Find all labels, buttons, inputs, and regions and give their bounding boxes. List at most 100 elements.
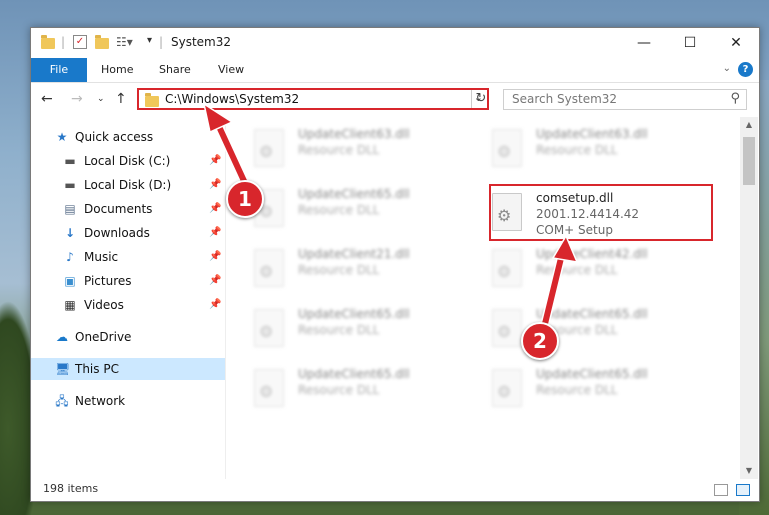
pin-icon[interactable]: 📌 bbox=[209, 270, 221, 292]
separator: | bbox=[159, 35, 164, 49]
maximize-button[interactable]: ☐ bbox=[667, 28, 713, 58]
forward-arrow-icon[interactable]: → bbox=[71, 91, 83, 107]
tab-home[interactable]: Home bbox=[101, 58, 133, 82]
ribbon: File Home Share View ⌄ ? bbox=[31, 58, 759, 83]
sidebar-item-network[interactable]: 🖧 Network bbox=[31, 390, 225, 412]
file-item[interactable]: UpdateClient65.dll Resource DLL bbox=[226, 303, 462, 351]
dll-file-icon bbox=[492, 249, 522, 287]
sidebar-item-label: This PC bbox=[75, 362, 119, 376]
computer-icon: 🖥 bbox=[55, 362, 71, 376]
dll-file-icon bbox=[254, 369, 284, 407]
recent-locations-icon[interactable]: ⌄ bbox=[97, 94, 105, 104]
highlight-box bbox=[489, 184, 713, 241]
help-icon[interactable]: ? bbox=[738, 62, 753, 77]
minimize-button[interactable]: — bbox=[621, 28, 667, 58]
refresh-icon[interactable]: ↻ bbox=[471, 90, 490, 108]
dll-file-icon bbox=[492, 369, 522, 407]
star-icon: ★ bbox=[56, 130, 68, 144]
dll-file-icon bbox=[254, 129, 284, 167]
sidebar-item-documents[interactable]: ▤ Documents 📌 bbox=[31, 198, 225, 220]
sidebar-item-label: Network bbox=[75, 394, 126, 408]
pictures-icon: ▣ bbox=[64, 274, 76, 288]
drive-icon: ▬ bbox=[64, 178, 76, 192]
network-icon: 🖧 bbox=[55, 394, 69, 408]
downloads-icon: ↓ bbox=[64, 226, 76, 240]
step-1-badge: 1 bbox=[226, 180, 264, 218]
status-bar: 198 items bbox=[31, 479, 759, 501]
sidebar-item-local-disk-c[interactable]: ▬ Local Disk (C:) 📌 bbox=[31, 150, 225, 172]
sidebar-item-label: Downloads bbox=[84, 226, 150, 240]
dll-file-icon bbox=[254, 309, 284, 347]
sidebar-item-downloads[interactable]: ↓ Downloads 📌 bbox=[31, 222, 225, 244]
sidebar-item-label: Documents bbox=[84, 202, 153, 216]
dll-file-icon bbox=[492, 129, 522, 167]
sidebar-item-label: Quick access bbox=[75, 130, 154, 144]
file-item[interactable]: UpdateClient63.dll Resource DLL bbox=[464, 123, 700, 171]
new-folder-icon[interactable] bbox=[95, 35, 109, 49]
music-icon: ♪ bbox=[66, 250, 74, 264]
large-icons-view-icon[interactable] bbox=[736, 484, 750, 496]
sidebar-item-pictures[interactable]: ▣ Pictures 📌 bbox=[31, 270, 225, 292]
pin-icon[interactable]: 📌 bbox=[209, 150, 221, 172]
file-item[interactable]: UpdateClient65.dll Resource DLL bbox=[226, 363, 462, 411]
separator: | bbox=[61, 35, 66, 49]
up-arrow-icon[interactable]: ↑ bbox=[115, 91, 127, 107]
sidebar-item-label: Videos bbox=[84, 298, 124, 312]
search-input[interactable]: Search System32 bbox=[512, 92, 617, 106]
navigation-bar: ← → ⌄ ↑ C:\Windows\System32 ⌄ ↻ Search S… bbox=[31, 83, 759, 117]
pin-icon[interactable]: 📌 bbox=[209, 174, 221, 196]
item-count: 198 items bbox=[43, 482, 99, 495]
file-item[interactable]: UpdateClient42.dll Resource DLL bbox=[464, 243, 700, 291]
drive-icon: ▬ bbox=[64, 154, 76, 168]
folder-icon bbox=[41, 35, 55, 49]
search-box[interactable]: Search System32 ⚲ bbox=[503, 89, 747, 110]
documents-icon: ▤ bbox=[64, 202, 76, 216]
navigation-pane: ★ Quick access ▬ Local Disk (C:) 📌 ▬ Loc… bbox=[31, 117, 226, 479]
sidebar-item-quick-access[interactable]: ★ Quick access bbox=[31, 126, 225, 148]
file-item[interactable]: UpdateClient21.dll Resource DLL bbox=[226, 243, 462, 291]
expand-ribbon-icon[interactable]: ⌄ bbox=[723, 63, 731, 74]
dll-file-icon bbox=[492, 309, 522, 347]
sidebar-item-label: Music bbox=[84, 250, 119, 264]
properties-icon[interactable]: ✓ bbox=[73, 35, 87, 49]
title-bar: | ✓ ☷▾ ▾ | System32 — ☐ ✕ bbox=[31, 28, 759, 58]
search-icon[interactable]: ⚲ bbox=[730, 91, 740, 106]
dll-file-icon bbox=[254, 249, 284, 287]
sidebar-item-music[interactable]: ♪ Music 📌 bbox=[31, 246, 225, 268]
file-item[interactable]: UpdateClient65.dll Resource DLL bbox=[464, 303, 700, 351]
scroll-down-icon[interactable]: ▼ bbox=[740, 463, 758, 479]
back-arrow-icon[interactable]: ← bbox=[41, 91, 53, 107]
address-path[interactable]: C:\Windows\System32 bbox=[165, 92, 299, 106]
address-bar[interactable]: C:\Windows\System32 ⌄ bbox=[137, 88, 489, 110]
tab-view[interactable]: View bbox=[218, 58, 244, 82]
videos-icon: ▦ bbox=[64, 298, 76, 312]
sidebar-item-onedrive[interactable]: ☁ OneDrive bbox=[31, 326, 225, 348]
pin-icon[interactable]: 📌 bbox=[209, 198, 221, 220]
pin-icon[interactable]: 📌 bbox=[209, 246, 221, 268]
sidebar-item-label: Local Disk (C:) bbox=[84, 154, 171, 168]
sidebar-item-label: OneDrive bbox=[75, 330, 132, 344]
sidebar-item-this-pc[interactable]: 🖥 This PC bbox=[31, 358, 225, 380]
sidebar-item-videos[interactable]: ▦ Videos 📌 bbox=[31, 294, 225, 316]
file-item[interactable]: UpdateClient63.dll Resource DLL bbox=[226, 123, 462, 171]
pin-icon[interactable]: 📌 bbox=[209, 294, 221, 316]
details-view-icon[interactable] bbox=[714, 484, 728, 496]
pin-icon[interactable]: 📌 bbox=[209, 222, 221, 244]
vertical-scrollbar[interactable]: ▲ ▼ bbox=[740, 117, 758, 479]
tab-share[interactable]: Share bbox=[159, 58, 191, 82]
close-button[interactable]: ✕ bbox=[713, 28, 759, 58]
scrollbar-thumb[interactable] bbox=[743, 137, 755, 185]
folder-icon bbox=[145, 93, 159, 107]
tab-file[interactable]: File bbox=[31, 58, 87, 82]
sidebar-item-label: Pictures bbox=[84, 274, 132, 288]
scroll-up-icon[interactable]: ▲ bbox=[740, 117, 758, 133]
cloud-icon: ☁ bbox=[56, 330, 68, 344]
customize-toolbar-icon[interactable]: ☷▾ bbox=[116, 35, 133, 51]
step-2-badge: 2 bbox=[521, 322, 559, 360]
window-title: System32 bbox=[171, 35, 232, 49]
sidebar-item-local-disk-d[interactable]: ▬ Local Disk (D:) 📌 bbox=[31, 174, 225, 196]
file-item[interactable]: UpdateClient65.dll Resource DLL bbox=[464, 363, 700, 411]
file-explorer-window: | ✓ ☷▾ ▾ | System32 — ☐ ✕ File Home Shar… bbox=[30, 27, 760, 502]
quick-access-dropdown-icon[interactable]: ▾ bbox=[147, 35, 152, 51]
sidebar-item-label: Local Disk (D:) bbox=[84, 178, 172, 192]
